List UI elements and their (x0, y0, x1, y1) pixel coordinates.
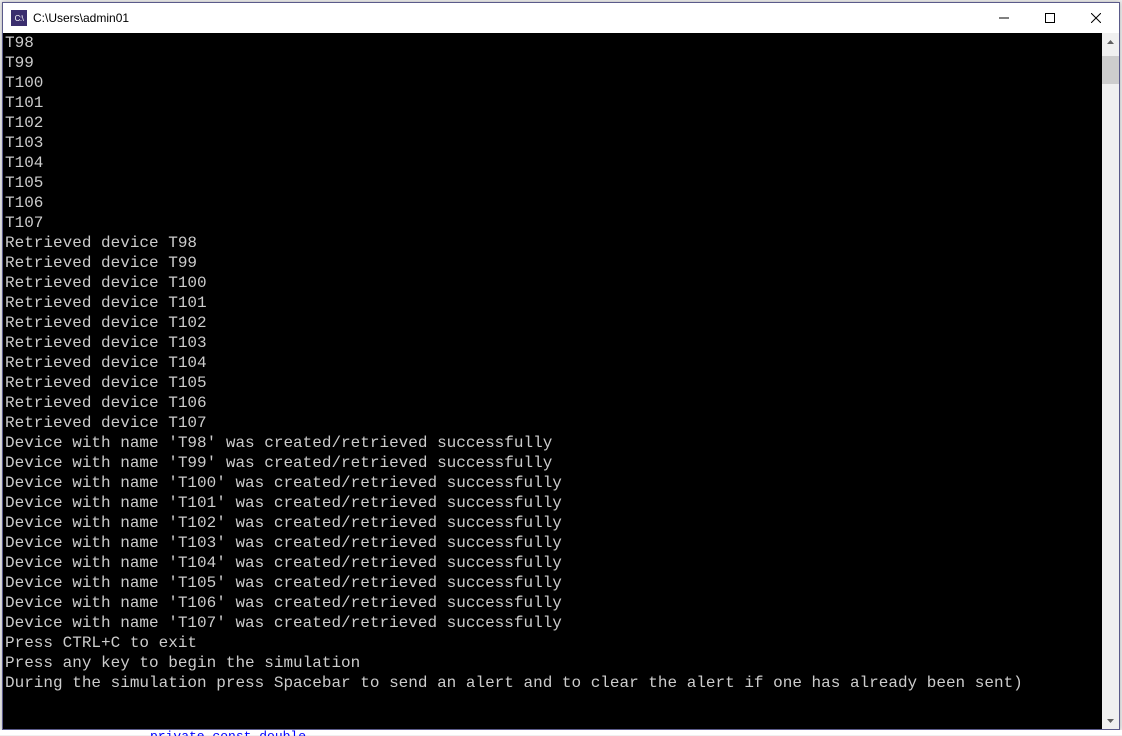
chevron-up-icon (1107, 40, 1114, 44)
console-line: Device with name 'T102' was created/retr… (3, 513, 1102, 533)
console-line: Retrieved device T104 (3, 353, 1102, 373)
maximize-button[interactable] (1027, 3, 1073, 33)
console-line: During the simulation press Spacebar to … (3, 673, 1102, 693)
console-line: Device with name 'T106' was created/retr… (3, 593, 1102, 613)
console-line: T102 (3, 113, 1102, 133)
console-window: C:\ C:\Users\admin01 T98T99T100T101T102T… (2, 2, 1120, 730)
console-line: T101 (3, 93, 1102, 113)
app-icon: C:\ (11, 10, 27, 26)
console-line: Retrieved device T107 (3, 413, 1102, 433)
console-line: Device with name 'T103' was created/retr… (3, 533, 1102, 553)
console-line: Press CTRL+C to exit (3, 633, 1102, 653)
console-line: Device with name 'T98' was created/retri… (3, 433, 1102, 453)
minimize-icon (999, 13, 1009, 23)
console-line: T104 (3, 153, 1102, 173)
console-line: T105 (3, 173, 1102, 193)
console-line: Retrieved device T99 (3, 253, 1102, 273)
minimize-button[interactable] (981, 3, 1027, 33)
console-line: T107 (3, 213, 1102, 233)
content-wrapper: T98T99T100T101T102T103T104T105T106T107Re… (3, 33, 1119, 729)
console-line: Retrieved device T100 (3, 273, 1102, 293)
console-line: Device with name 'T101' was created/retr… (3, 493, 1102, 513)
console-line: Retrieved device T103 (3, 333, 1102, 353)
scroll-down-button[interactable] (1102, 712, 1119, 729)
scrollbar-track[interactable] (1102, 50, 1119, 712)
console-line: Retrieved device T98 (3, 233, 1102, 253)
maximize-icon (1045, 13, 1055, 23)
console-line: Device with name 'T105' was created/retr… (3, 573, 1102, 593)
console-line: Retrieved device T106 (3, 393, 1102, 413)
console-output[interactable]: T98T99T100T101T102T103T104T105T106T107Re… (3, 33, 1102, 729)
scrollbar-thumb[interactable] (1102, 56, 1119, 84)
window-title: C:\Users\admin01 (33, 11, 129, 25)
close-icon (1091, 13, 1101, 23)
console-line: Device with name 'T104' was created/retr… (3, 553, 1102, 573)
console-line: Device with name 'T107' was created/retr… (3, 613, 1102, 633)
console-line: Device with name 'T99' was created/retri… (3, 453, 1102, 473)
titlebar[interactable]: C:\ C:\Users\admin01 (3, 3, 1119, 33)
console-line: T99 (3, 53, 1102, 73)
console-line: T103 (3, 133, 1102, 153)
chevron-down-icon (1107, 719, 1114, 723)
console-line: Retrieved device T102 (3, 313, 1102, 333)
scroll-up-button[interactable] (1102, 33, 1119, 50)
console-line: Device with name 'T100' was created/retr… (3, 473, 1102, 493)
vertical-scrollbar[interactable] (1102, 33, 1119, 729)
console-line: T98 (3, 33, 1102, 53)
console-line: T100 (3, 73, 1102, 93)
code-fragment: private const double (150, 730, 306, 736)
console-line: T106 (3, 193, 1102, 213)
console-line: Retrieved device T101 (3, 293, 1102, 313)
close-button[interactable] (1073, 3, 1119, 33)
window-controls (981, 3, 1119, 33)
console-line: Press any key to begin the simulation (3, 653, 1102, 673)
console-line: Retrieved device T105 (3, 373, 1102, 393)
